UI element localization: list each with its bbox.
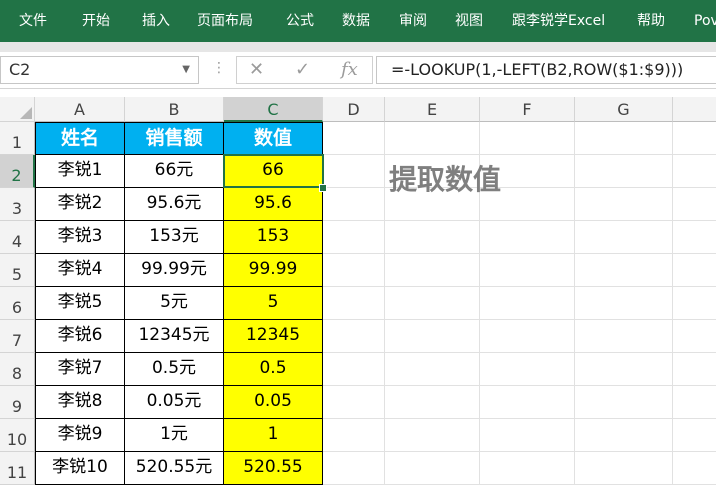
cancel-icon[interactable]: ✕ <box>249 57 264 83</box>
cell-c4[interactable]: 153 <box>224 221 323 254</box>
tab-custom-excel[interactable]: 跟李锐学Excel <box>512 0 605 42</box>
cell-a6[interactable]: 李锐5 <box>35 287 125 320</box>
row-header-10[interactable]: 10 <box>0 419 35 452</box>
enter-icon[interactable]: ✓ <box>295 57 310 83</box>
cell-a7[interactable]: 李锐6 <box>35 320 125 353</box>
ribbon-gap <box>0 42 716 52</box>
tab-view[interactable]: 视图 <box>455 0 483 42</box>
header-cell-b1[interactable]: 销售额 <box>125 122 224 155</box>
gridline <box>323 319 716 320</box>
gridline <box>323 220 716 221</box>
row-header-4[interactable]: 4 <box>0 221 35 254</box>
tab-power[interactable]: Pov <box>694 0 716 42</box>
gridline <box>323 187 716 188</box>
ribbon-tabs: 文件 开始 插入 页面布局 公式 数据 审阅 视图 跟李锐学Excel 帮助 P… <box>0 0 716 42</box>
gridline <box>323 286 716 287</box>
gridline <box>323 451 716 452</box>
formula-controls: ✕ ✓ fx <box>236 56 373 84</box>
row-header-3[interactable]: 3 <box>0 188 35 221</box>
chevron-down-icon[interactable]: ▼ <box>182 57 190 83</box>
row-header-2[interactable]: 2 <box>0 155 35 188</box>
column-header-f[interactable]: F <box>480 97 575 122</box>
column-header-g[interactable]: G <box>575 97 673 122</box>
cell-b6[interactable]: 5元 <box>125 287 224 320</box>
column-header-h[interactable] <box>673 97 716 122</box>
cell-a5[interactable]: 李锐4 <box>35 254 125 287</box>
column-header-b[interactable]: B <box>125 97 224 122</box>
worksheet-grid[interactable]: A B C D E F G 1 2 3 4 5 6 7 8 9 10 11 姓名 销售额 数值 李锐1 66… <box>0 92 716 488</box>
cell-a8[interactable]: 李锐7 <box>35 353 125 386</box>
gridline <box>384 122 385 485</box>
cell-c3[interactable]: 95.6 <box>224 188 323 221</box>
tab-review[interactable]: 审阅 <box>399 0 427 42</box>
tab-help[interactable]: 帮助 <box>637 0 665 42</box>
cell-a11[interactable]: 李锐10 <box>35 452 125 485</box>
cell-c5[interactable]: 99.99 <box>224 254 323 287</box>
resize-handle-icon[interactable]: ⋮ <box>212 60 226 76</box>
fill-handle[interactable] <box>319 184 327 192</box>
header-cell-a1[interactable]: 姓名 <box>35 122 125 155</box>
row-header-11[interactable]: 11 <box>0 452 35 485</box>
row-header-9[interactable]: 9 <box>0 386 35 419</box>
cell-b7[interactable]: 12345元 <box>125 320 224 353</box>
tab-data[interactable]: 数据 <box>342 0 370 42</box>
column-header-c[interactable]: C <box>224 97 323 122</box>
cell-b3[interactable]: 95.6元 <box>125 188 224 221</box>
row-header-1[interactable]: 1 <box>0 122 35 155</box>
gridline <box>574 122 575 485</box>
column-header-e[interactable]: E <box>385 97 480 122</box>
cell-a2[interactable]: 李锐1 <box>35 155 125 188</box>
cell-c6[interactable]: 5 <box>224 287 323 320</box>
cell-b8[interactable]: 0.5元 <box>125 353 224 386</box>
gridline <box>672 122 673 485</box>
row-header-6[interactable]: 6 <box>0 287 35 320</box>
tab-home[interactable]: 开始 <box>82 0 110 42</box>
gridline <box>323 154 716 155</box>
select-all-button[interactable] <box>0 97 35 122</box>
cell-a9[interactable]: 李锐8 <box>35 386 125 419</box>
name-box-value: C2 <box>9 60 31 79</box>
cell-a4[interactable]: 李锐3 <box>35 221 125 254</box>
insert-function-icon[interactable]: fx <box>341 57 358 83</box>
name-box[interactable]: C2 ▼ <box>0 56 199 84</box>
tab-file[interactable]: 文件 <box>19 0 47 42</box>
gridline <box>323 418 716 419</box>
column-header-d[interactable]: D <box>323 97 385 122</box>
gridline <box>323 385 716 386</box>
cell-c10[interactable]: 1 <box>224 419 323 452</box>
formula-bar: C2 ▼ ⋮ ✕ ✓ fx =-LOOKUP(1,-LEFT(B2,ROW($1… <box>0 52 716 89</box>
tab-insert[interactable]: 插入 <box>142 0 170 42</box>
cell-a3[interactable]: 李锐2 <box>35 188 125 221</box>
cell-b5[interactable]: 99.99元 <box>125 254 224 287</box>
cell-c9[interactable]: 0.05 <box>224 386 323 419</box>
header-cell-c1[interactable]: 数值 <box>224 122 323 155</box>
gridline <box>323 352 716 353</box>
gridline <box>323 484 716 485</box>
cell-b10[interactable]: 1元 <box>125 419 224 452</box>
cell-a10[interactable]: 李锐9 <box>35 419 125 452</box>
tab-page-layout[interactable]: 页面布局 <box>197 0 253 42</box>
row-header-7[interactable]: 7 <box>0 320 35 353</box>
cell-b9[interactable]: 0.05元 <box>125 386 224 419</box>
row-header-5[interactable]: 5 <box>0 254 35 287</box>
cell-c11[interactable]: 520.55 <box>224 452 323 485</box>
column-header-a[interactable]: A <box>35 97 125 122</box>
formula-text: =-LOOKUP(1,-LEFT(B2,ROW($1:$9))) <box>391 60 684 79</box>
row-header-8[interactable]: 8 <box>0 353 35 386</box>
formula-input[interactable]: =-LOOKUP(1,-LEFT(B2,ROW($1:$9))) <box>376 56 716 84</box>
tab-formulas[interactable]: 公式 <box>286 0 314 42</box>
cell-b2[interactable]: 66元 <box>125 155 224 188</box>
cell-b11[interactable]: 520.55元 <box>125 452 224 485</box>
cell-c2[interactable]: 66 <box>224 155 323 188</box>
annotation-title: 提取数值 <box>389 163 502 196</box>
cell-c8[interactable]: 0.5 <box>224 353 323 386</box>
cell-c7[interactable]: 12345 <box>224 320 323 353</box>
cell-b4[interactable]: 153元 <box>125 221 224 254</box>
gridline <box>323 253 716 254</box>
